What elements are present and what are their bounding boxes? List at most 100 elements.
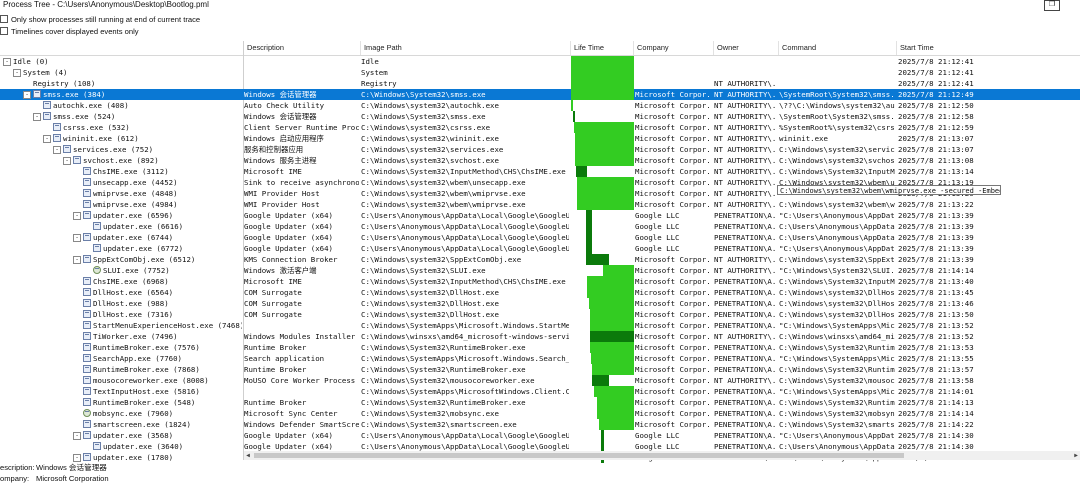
expand-collapse-icon[interactable]: - bbox=[43, 135, 51, 143]
process-description: WMI Provider Host bbox=[244, 189, 320, 198]
process-row[interactable]: mousocoreworker.exe (8008) MoUSO Core Wor… bbox=[0, 375, 1080, 386]
process-row[interactable]: RuntimeBroker.exe (7576) Runtime Broker C:… bbox=[0, 342, 1080, 353]
process-image-path: C:\Windows\system32\DllHost.exe bbox=[361, 310, 499, 319]
process-owner: PENETRATION\A... bbox=[714, 420, 777, 429]
scroll-left-icon[interactable]: ◀ bbox=[244, 451, 252, 460]
process-row[interactable]: SearchApp.exe (7760) Search application C:… bbox=[0, 353, 1080, 364]
process-company: Microsoft Corpor... bbox=[635, 387, 712, 396]
scroll-right-icon[interactable]: ▶ bbox=[1072, 451, 1080, 460]
process-row[interactable]: - services.exe (752) 服务和控制器应用 C:\Windows\sy… bbox=[0, 144, 1080, 155]
process-row[interactable]: StartMenuExperienceHost.exe (7468) C:\Win… bbox=[0, 320, 1080, 331]
expand-collapse-icon[interactable]: - bbox=[63, 157, 71, 165]
process-row[interactable]: DllHost.exe (988) COM Surrogate C:\Windows… bbox=[0, 298, 1080, 309]
process-row[interactable]: Registry (108) Registry NT AUTHORITY\... 20… bbox=[0, 78, 1080, 89]
expand-collapse-icon[interactable]: - bbox=[73, 454, 81, 462]
column-header-command[interactable]: Command bbox=[778, 41, 896, 55]
process-company: Microsoft Corpor... bbox=[635, 310, 712, 319]
process-image-path: C:\Windows\System32\InputMethod\CHS\ChsI… bbox=[361, 167, 566, 176]
process-row[interactable]: RuntimeBroker.exe (7868) Runtime Broker C:… bbox=[0, 364, 1080, 375]
expand-collapse-icon[interactable]: - bbox=[73, 256, 81, 264]
process-row[interactable]: updater.exe (6616) Google Updater (x64) C:… bbox=[0, 221, 1080, 232]
process-row[interactable]: - System (4) System 2025/7/8 21:12:41 bbox=[0, 67, 1080, 78]
process-row[interactable]: ChsIME.exe (6968) Microsoft IME C:\Windows… bbox=[0, 276, 1080, 287]
lifetime-bar bbox=[588, 298, 634, 309]
column-header-company[interactable]: Company bbox=[633, 41, 713, 55]
column-header-image-path[interactable]: Image Path bbox=[360, 41, 570, 55]
expand-collapse-icon[interactable]: - bbox=[73, 234, 81, 242]
process-row[interactable]: TextInputHost.exe (5816) C:\Windows\Syste… bbox=[0, 386, 1080, 397]
expand-collapse-icon[interactable]: - bbox=[23, 91, 31, 99]
process-row[interactable]: wmiprvse.exe (4984) WMI Provider Host C:\W… bbox=[0, 199, 1080, 210]
process-icon bbox=[53, 123, 61, 131]
process-image-path: C:\Windows\System32\InputMethod\CHS\ChsI… bbox=[361, 277, 566, 286]
checkbox-icon[interactable] bbox=[0, 27, 8, 35]
process-row[interactable]: - smss.exe (524) Windows 会话管理器 C:\Windows\S… bbox=[0, 111, 1080, 122]
lifetime-bar bbox=[574, 133, 634, 144]
process-start-time: 2025/7/8 21:12:58 bbox=[898, 112, 974, 121]
process-owner: NT AUTHORITY\... bbox=[714, 79, 777, 88]
process-row[interactable]: updater.exe (6772) Google Updater (x64) C:… bbox=[0, 243, 1080, 254]
process-name: autochk.exe (408) bbox=[53, 101, 129, 110]
expand-collapse-icon[interactable]: - bbox=[3, 58, 11, 66]
process-description: Google Updater (x64) bbox=[244, 431, 333, 440]
lifetime-bar bbox=[598, 419, 634, 430]
column-header-owner[interactable]: Owner bbox=[713, 41, 778, 55]
process-icon bbox=[83, 376, 91, 384]
process-row[interactable]: - svchost.exe (892) Windows 服务主进程 C:\Window… bbox=[0, 155, 1080, 166]
process-row[interactable]: - updater.exe (3568) Google Updater (x64) C… bbox=[0, 430, 1080, 441]
checkbox-icon[interactable] bbox=[0, 15, 8, 23]
process-row[interactable]: DllHost.exe (6564) COM Surrogate C:\Window… bbox=[0, 287, 1080, 298]
process-icon bbox=[83, 211, 91, 219]
process-icon bbox=[43, 101, 51, 109]
column-header-description[interactable]: Description bbox=[243, 41, 360, 55]
process-row[interactable]: autochk.exe (408) Auto Check Utility C:\Wi… bbox=[0, 100, 1080, 111]
process-command: "C:\Users\Anonymous\AppData... bbox=[779, 431, 895, 440]
column-header-life-time[interactable]: Life Time bbox=[570, 41, 633, 55]
process-row[interactable]: - smss.exe (384) Windows 会话管理器 C:\Windows\S… bbox=[0, 89, 1080, 100]
process-owner: NT AUTHORITY\... bbox=[714, 167, 777, 176]
process-image-path: C:\Windows\system32\svchost.exe bbox=[361, 156, 499, 165]
lifetime-bar bbox=[589, 342, 634, 353]
process-row[interactable]: mobsync.exe (7960) Microsoft Sync Center C… bbox=[0, 408, 1080, 419]
process-row[interactable]: - Idle (0) Idle 2025/7/8 21:12:41 bbox=[0, 56, 1080, 67]
process-row[interactable]: csrss.exe (532) Client Server Runtime Pro… bbox=[0, 122, 1080, 133]
expand-collapse-icon[interactable]: - bbox=[13, 69, 21, 77]
process-command: C:\Windows\system32\svchost... bbox=[779, 156, 895, 165]
process-description: Google Updater (x64) bbox=[244, 222, 333, 231]
expand-collapse-icon[interactable]: - bbox=[73, 212, 81, 220]
process-name: updater.exe (3568) bbox=[93, 431, 174, 440]
process-owner: PENETRATION\A... bbox=[714, 409, 777, 418]
process-row[interactable]: DllHost.exe (7316) COM Surrogate C:\Window… bbox=[0, 309, 1080, 320]
process-row[interactable]: - SppExtComObj.exe (6512) KMS Connection B… bbox=[0, 254, 1080, 265]
process-row[interactable]: - wininit.exe (612) Windows 启动应用程序 C:\Windo… bbox=[0, 133, 1080, 144]
process-owner: NT AUTHORITY\... bbox=[714, 255, 777, 264]
column-header-start-time[interactable]: Start Time bbox=[896, 41, 1080, 55]
scrollbar-thumb[interactable] bbox=[254, 453, 904, 458]
expand-collapse-icon[interactable]: - bbox=[53, 146, 61, 154]
process-description: Runtime Broker bbox=[244, 365, 307, 374]
process-company: Microsoft Corpor... bbox=[635, 112, 712, 121]
process-row[interactable]: SLUI.exe (7752) Windows 激活客户端 C:\Windows\S… bbox=[0, 265, 1080, 276]
option-only-running[interactable]: Only show processes still running at end… bbox=[0, 14, 200, 25]
process-start-time: 2025/7/8 21:12:50 bbox=[898, 101, 974, 110]
process-company: Google LLC bbox=[635, 211, 680, 220]
process-row[interactable]: RuntimeBroker.exe (548) Runtime Broker C:\… bbox=[0, 397, 1080, 408]
horizontal-scrollbar[interactable]: ◀ ▶ bbox=[244, 451, 1080, 460]
process-row[interactable]: smartscreen.exe (1824) Windows Defender S… bbox=[0, 419, 1080, 430]
process-row[interactable]: TiWorker.exe (7496) Windows Modules Insta… bbox=[0, 331, 1080, 342]
process-row[interactable]: ChsIME.exe (3112) Microsoft IME C:\Windows… bbox=[0, 166, 1080, 177]
process-name: ChsIME.exe (3112) bbox=[93, 167, 169, 176]
option-timelines[interactable]: Timelines cover displayed events only bbox=[0, 26, 139, 37]
process-image-path: C:\Windows\SystemApps\Microsoft.Windows.… bbox=[361, 354, 569, 363]
window-title: Process Tree - C:\Users\Anonymous\Deskto… bbox=[0, 0, 1080, 11]
process-name: wmiprvse.exe (4848) bbox=[93, 189, 178, 198]
restore-button[interactable]: ❐ bbox=[1044, 0, 1060, 11]
process-owner: NT AUTHORITY\... bbox=[714, 90, 777, 99]
expand-collapse-icon[interactable]: - bbox=[73, 432, 81, 440]
expand-collapse-icon[interactable]: - bbox=[33, 113, 41, 121]
lifetime-bar bbox=[593, 386, 634, 397]
process-row[interactable]: - updater.exe (6596) Google Updater (x64) C… bbox=[0, 210, 1080, 221]
process-row[interactable]: - updater.exe (6744) Google Updater (x64) C… bbox=[0, 232, 1080, 243]
process-icon bbox=[93, 222, 101, 230]
option-label: Only show processes still running at end… bbox=[11, 15, 201, 24]
